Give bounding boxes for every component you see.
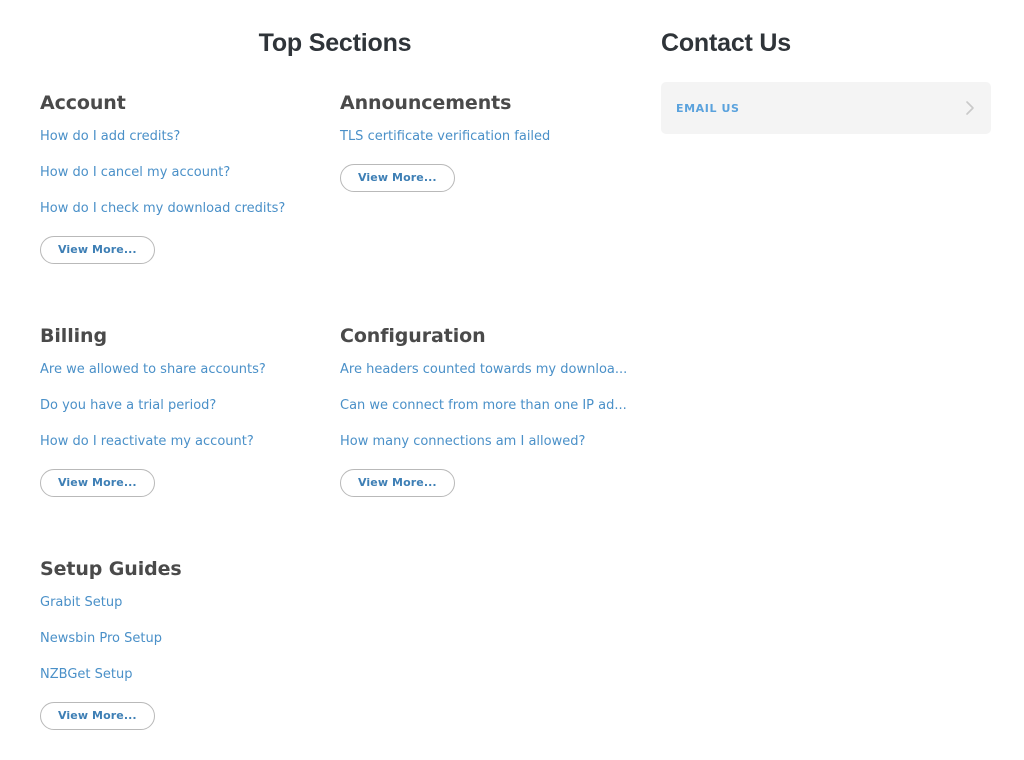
view-more-button-setup-guides[interactable]: View More... (40, 702, 155, 730)
section-billing: Billing Are we allowed to share accounts… (40, 325, 340, 497)
section-link-list-billing: Are we allowed to share accounts? Do you… (40, 360, 340, 468)
section-link[interactable]: Newsbin Pro Setup (40, 630, 162, 647)
list-item: Grabit Setup (40, 593, 340, 629)
section-row: Billing Are we allowed to share accounts… (40, 325, 640, 497)
section-configuration: Configuration Are headers counted toward… (340, 325, 640, 497)
list-item: How do I add credits? (40, 127, 340, 163)
view-more-button-configuration[interactable]: View More... (340, 469, 455, 497)
section-link[interactable]: Are we allowed to share accounts? (40, 361, 266, 378)
section-link-list-account: How do I add credits? How do I cancel my… (40, 127, 340, 235)
contact-option-email-us[interactable]: EMAIL US (661, 82, 991, 134)
list-item: Can we connect from more than one IP ad.… (340, 396, 640, 432)
list-item: Are headers counted towards my downloa..… (340, 360, 640, 396)
section-link[interactable]: Do you have a trial period? (40, 397, 216, 414)
section-link-list-setup-guides: Grabit Setup Newsbin Pro Setup NZBGet Se… (40, 593, 340, 701)
page-title-contact-us: Contact Us (661, 29, 791, 57)
list-item: How do I check my download credits? (40, 199, 340, 235)
section-link[interactable]: How do I add credits? (40, 128, 180, 145)
section-column: Setup Guides Grabit Setup Newsbin Pro Se… (40, 558, 340, 730)
section-title-configuration: Configuration (340, 325, 486, 347)
view-more-button-account[interactable]: View More... (40, 236, 155, 264)
section-link[interactable]: Grabit Setup (40, 594, 122, 611)
section-link[interactable]: NZBGet Setup (40, 666, 132, 683)
section-link[interactable]: Can we connect from more than one IP ad.… (340, 397, 627, 414)
list-item: TLS certificate verification failed (340, 127, 640, 163)
list-item: Are we allowed to share accounts? (40, 360, 340, 396)
section-column: Configuration Are headers counted toward… (340, 325, 640, 497)
section-link[interactable]: How many connections am I allowed? (340, 433, 585, 450)
view-more-button-announcements[interactable]: View More... (340, 164, 455, 192)
list-item: How do I cancel my account? (40, 163, 340, 199)
section-link[interactable]: Are headers counted towards my downloa..… (340, 361, 627, 378)
section-column-empty (340, 558, 640, 730)
section-link[interactable]: How do I reactivate my account? (40, 433, 254, 450)
section-title-account: Account (40, 92, 126, 114)
section-column: Announcements TLS certificate verificati… (340, 92, 640, 264)
section-row: Setup Guides Grabit Setup Newsbin Pro Se… (40, 558, 640, 730)
section-column: Billing Are we allowed to share accounts… (40, 325, 340, 497)
top-sections-grid: Account How do I add credits? How do I c… (40, 92, 640, 730)
section-row: Account How do I add credits? How do I c… (40, 92, 640, 264)
list-item: Newsbin Pro Setup (40, 629, 340, 665)
section-link[interactable]: How do I check my download credits? (40, 200, 285, 217)
list-item: Do you have a trial period? (40, 396, 340, 432)
section-account: Account How do I add credits? How do I c… (40, 92, 340, 264)
section-link[interactable]: How do I cancel my account? (40, 164, 230, 181)
list-item: How do I reactivate my account? (40, 432, 340, 468)
chevron-right-icon (965, 100, 975, 116)
list-item: How many connections am I allowed? (340, 432, 640, 468)
section-title-setup-guides: Setup Guides (40, 558, 182, 580)
contact-us-panel: EMAIL US (661, 82, 991, 134)
section-link[interactable]: TLS certificate verification failed (340, 128, 550, 145)
section-link-list-announcements: TLS certificate verification failed (340, 127, 640, 163)
contact-option-label: EMAIL US (676, 101, 740, 115)
list-item: NZBGet Setup (40, 665, 340, 701)
page-title-top-sections: Top Sections (258, 29, 412, 57)
section-title-announcements: Announcements (340, 92, 512, 114)
section-announcements: Announcements TLS certificate verificati… (340, 92, 640, 192)
section-column: Account How do I add credits? How do I c… (40, 92, 340, 264)
section-title-billing: Billing (40, 325, 107, 347)
view-more-button-billing[interactable]: View More... (40, 469, 155, 497)
section-setup-guides: Setup Guides Grabit Setup Newsbin Pro Se… (40, 558, 340, 730)
section-link-list-configuration: Are headers counted towards my downloa..… (340, 360, 640, 468)
